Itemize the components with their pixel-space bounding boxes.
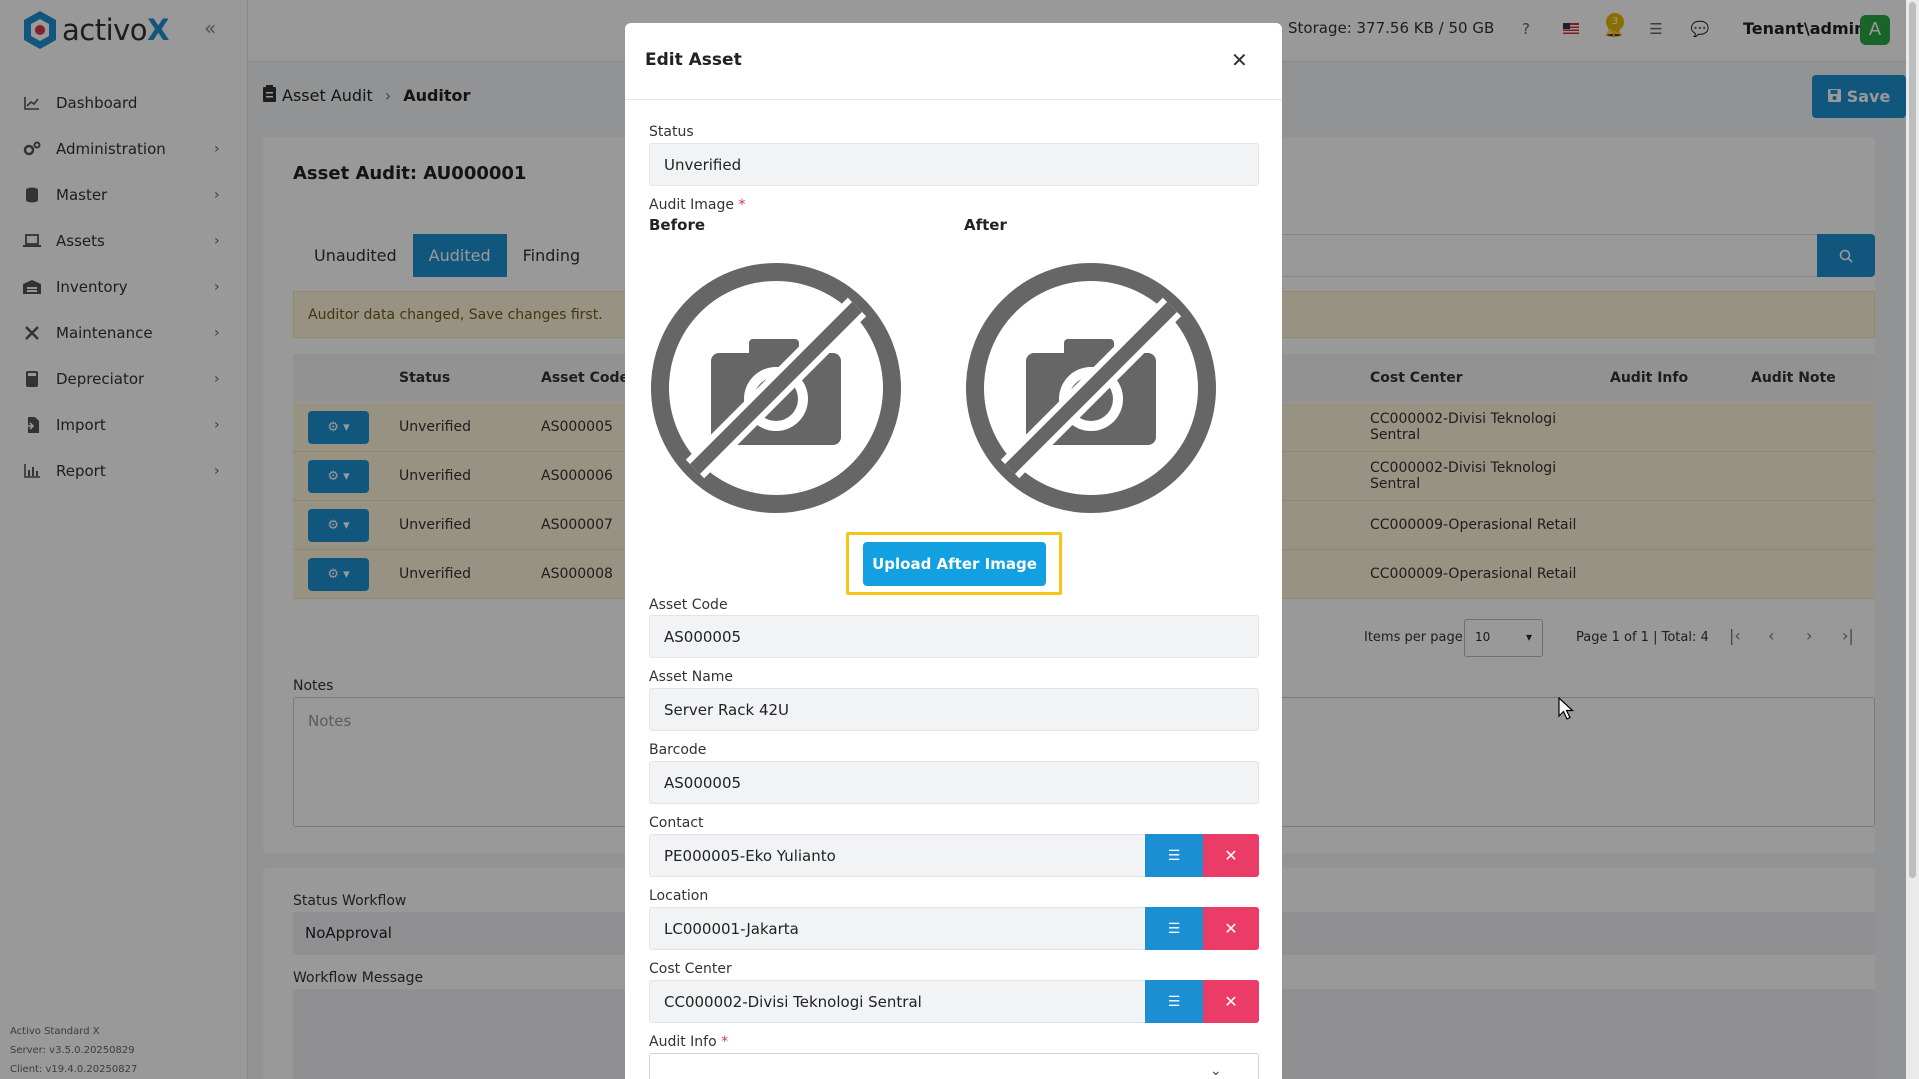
list-icon: ☰ bbox=[1167, 993, 1181, 1010]
asset-name-field: Server Rack 42U bbox=[649, 688, 1259, 731]
edit-asset-modal: Edit Asset ✕ Status Unverified Audit Ima… bbox=[625, 23, 1282, 1079]
list-icon: ☰ bbox=[1167, 920, 1181, 937]
no-photo-icon bbox=[966, 263, 1216, 513]
contact-field: PE000005-Eko Yulianto bbox=[649, 834, 1146, 877]
contact-label: Contact bbox=[649, 815, 704, 831]
audit-info-select[interactable] bbox=[649, 1053, 1259, 1079]
asset-name-label: Asset Name bbox=[649, 669, 734, 685]
asset-code-field: AS000005 bbox=[649, 615, 1259, 658]
close-icon: ✕ bbox=[1224, 992, 1238, 1011]
scrollbar-thumb[interactable] bbox=[1909, 2, 1916, 878]
close-icon: ✕ bbox=[1224, 846, 1238, 865]
location-field: LC000001-Jakarta bbox=[649, 907, 1146, 950]
modal-title: Edit Asset bbox=[645, 50, 742, 70]
list-icon: ☰ bbox=[1167, 847, 1181, 864]
cost-center-clear-button[interactable]: ✕ bbox=[1203, 980, 1259, 1023]
asset-code-label: Asset Code bbox=[649, 597, 728, 613]
after-image-title: After bbox=[964, 216, 1007, 234]
cost-center-lookup-button[interactable]: ☰ bbox=[1145, 980, 1203, 1023]
audit-info-label: Audit Info * bbox=[649, 1034, 728, 1050]
modal-header: Edit Asset ✕ bbox=[625, 23, 1282, 100]
required-marker: * bbox=[721, 1034, 729, 1050]
before-image-title: Before bbox=[649, 216, 706, 234]
location-label: Location bbox=[649, 888, 709, 904]
barcode-label: Barcode bbox=[649, 742, 707, 758]
required-marker: * bbox=[738, 197, 746, 213]
contact-clear-button[interactable]: ✕ bbox=[1203, 834, 1259, 877]
barcode-field: AS000005 bbox=[649, 761, 1259, 804]
mouse-cursor-icon bbox=[1558, 697, 1574, 720]
cost-center-field: CC000002-Divisi Teknologi Sentral bbox=[649, 980, 1146, 1023]
audit-image-label-text: Audit Image bbox=[649, 197, 735, 213]
close-icon: ✕ bbox=[1224, 919, 1238, 938]
location-lookup-button[interactable]: ☰ bbox=[1145, 907, 1203, 950]
upload-after-image-button[interactable]: Upload After Image bbox=[863, 542, 1046, 586]
status-label: Status bbox=[649, 124, 694, 140]
status-field: Unverified bbox=[649, 143, 1259, 186]
audit-info-label-text: Audit Info bbox=[649, 1034, 717, 1050]
close-icon[interactable]: ✕ bbox=[1231, 48, 1248, 72]
cost-center-label: Cost Center bbox=[649, 961, 732, 977]
contact-lookup-button[interactable]: ☰ bbox=[1145, 834, 1203, 877]
no-photo-icon bbox=[651, 263, 901, 513]
chevron-down-icon[interactable]: ⌄ bbox=[1210, 1063, 1222, 1079]
location-clear-button[interactable]: ✕ bbox=[1203, 907, 1259, 950]
audit-image-label: Audit Image * bbox=[649, 197, 745, 213]
